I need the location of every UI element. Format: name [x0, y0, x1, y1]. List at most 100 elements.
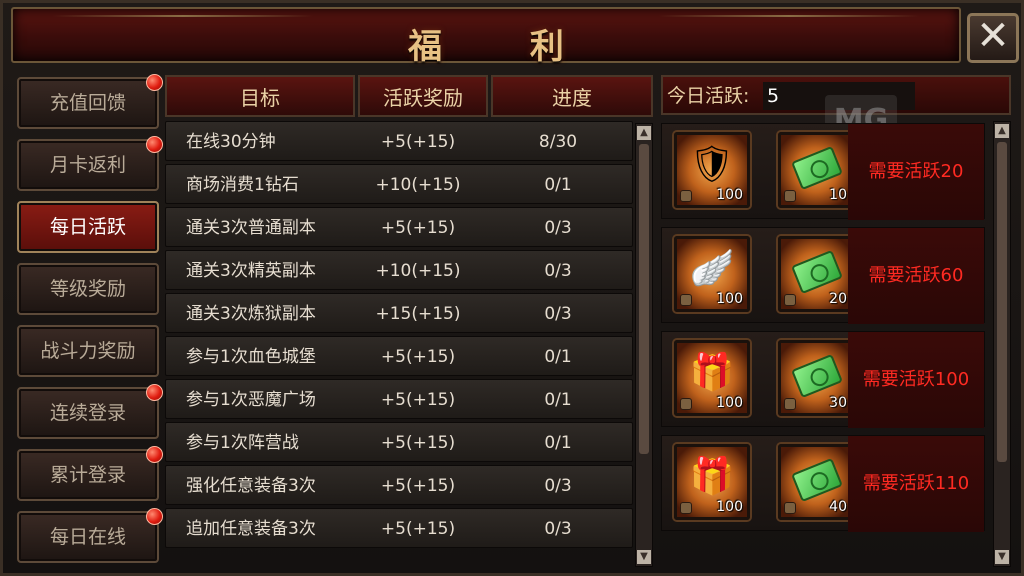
- task-progress: 0/1: [544, 175, 572, 195]
- task-progress: 0/1: [544, 347, 572, 367]
- task-name: 在线30分钟: [186, 132, 276, 152]
- task-name: 通关3次炼狱副本: [186, 304, 316, 324]
- welfare-window: 福 利 ✕ 充值回馈 月卡返利 每日活跃 等级奖励 战斗力奖励 连续登录 累计登…: [0, 0, 1024, 576]
- sidebar-item-label: 月卡返利: [49, 154, 126, 176]
- item-quantity: 100: [716, 499, 743, 515]
- task-reward: +5(+15): [380, 519, 456, 539]
- scroll-down-icon[interactable]: ▼: [995, 550, 1009, 564]
- wings-icon: 🪽: [689, 248, 735, 289]
- sidebar-item-daily-activity[interactable]: 每日活跃: [17, 201, 159, 253]
- close-button[interactable]: ✕: [967, 13, 1019, 63]
- task-table: 目标 活跃奖励 进度 在线30分钟 +5(+15) 8/30 商场消费1钻石 +10(+…: [165, 75, 655, 571]
- task-reward: +5(+15): [380, 218, 456, 238]
- column-header-target: 目标: [165, 75, 355, 117]
- task-progress: 8/30: [538, 132, 578, 152]
- task-row: 追加任意装备3次 +5(+15) 0/3: [165, 508, 633, 548]
- reward-item-slot[interactable]: 🪽 100: [674, 236, 750, 312]
- reward-cash-slot[interactable]: 40: [778, 444, 854, 520]
- task-reward: +5(+15): [380, 390, 456, 410]
- notification-dot: [146, 508, 163, 525]
- scroll-up-icon[interactable]: ▲: [637, 126, 651, 140]
- task-list[interactable]: 在线30分钟 +5(+15) 8/30 商场消费1钻石 +10(+15) 0/1 通关3次普…: [165, 121, 635, 571]
- cash-quantity: 20: [829, 291, 847, 307]
- task-name: 通关3次普通副本: [186, 218, 316, 238]
- column-header-reward: 活跃奖励: [358, 75, 488, 117]
- sidebar-item-label: 每日活跃: [49, 216, 126, 238]
- task-name: 追加任意装备3次: [186, 519, 316, 539]
- reward-card[interactable]: 🎁 100 30 需要活跃100: [661, 331, 985, 428]
- item-quantity: 100: [716, 395, 743, 411]
- reward-card[interactable]: 🪽 100 20 需要活跃60: [661, 227, 985, 324]
- sidebar-item-label: 连续登录: [49, 402, 126, 424]
- reward-card[interactable]: 🎁 100 40 需要活跃110: [661, 435, 985, 532]
- scroll-thumb[interactable]: [639, 144, 649, 454]
- reward-panel: 今日活跃: 5 MG 🛡 100 10 需要活跃20 🪽 100 20 需要活跃60 🎁 100 3…: [661, 75, 1013, 571]
- notification-dot: [146, 136, 163, 153]
- reward-cash-slot[interactable]: 10: [778, 132, 854, 208]
- sidebar-item-daily-online[interactable]: 每日在线: [17, 508, 163, 563]
- sidebar-item-level-reward[interactable]: 等级奖励: [17, 263, 159, 315]
- chest-icon: 🎁: [689, 352, 735, 393]
- cash-icon: [790, 145, 844, 191]
- activity-bar: 今日活跃: 5 MG: [661, 75, 1011, 147]
- sidebar-item-label: 充值回馈: [49, 92, 126, 114]
- task-progress: 0/3: [544, 476, 572, 496]
- reward-scrollbar[interactable]: ▲ ▼: [993, 121, 1011, 567]
- task-row: 通关3次炼狱副本 +15(+15) 0/3: [165, 293, 633, 333]
- reward-cash-slot[interactable]: 30: [778, 340, 854, 416]
- activity-requirement: 需要活跃100: [848, 332, 984, 428]
- task-name: 商场消费1钻石: [186, 175, 299, 195]
- task-table-header: 目标 活跃奖励 进度: [165, 75, 655, 117]
- window-title: 福 利: [408, 27, 602, 67]
- reward-list[interactable]: 🛡 100 10 需要活跃20 🪽 100 20 需要活跃60 🎁 100 30 需要活跃100 🎁 10…: [661, 119, 991, 571]
- scroll-down-icon[interactable]: ▼: [637, 550, 651, 564]
- bag-icon: [680, 502, 692, 514]
- bag-icon: [784, 502, 796, 514]
- task-reward: +5(+15): [380, 132, 456, 152]
- task-name: 通关3次精英副本: [186, 261, 316, 281]
- column-header-progress: 进度: [491, 75, 653, 117]
- task-reward: +5(+15): [380, 347, 456, 367]
- scroll-up-icon[interactable]: ▲: [995, 124, 1009, 138]
- bag-icon: [680, 294, 692, 306]
- item-quantity: 100: [716, 187, 743, 203]
- task-reward: +5(+15): [380, 476, 456, 496]
- bag-icon: [680, 190, 692, 202]
- task-progress: 0/3: [544, 519, 572, 539]
- task-row: 在线30分钟 +5(+15) 8/30: [165, 121, 633, 161]
- title-bar: 福 利: [11, 7, 961, 67]
- reward-cash-slot[interactable]: 20: [778, 236, 854, 312]
- bag-icon: [784, 294, 796, 306]
- bag-icon: [784, 398, 796, 410]
- sidebar-item-power-reward[interactable]: 战斗力奖励: [17, 325, 159, 377]
- task-name: 参与1次恶魔广场: [186, 390, 316, 410]
- activity-requirement: 需要活跃60: [848, 228, 984, 324]
- reward-item-slot[interactable]: 🎁 100: [674, 444, 750, 520]
- sidebar-item-recharge-rebate[interactable]: 充值回馈: [17, 74, 163, 129]
- task-scrollbar[interactable]: ▲ ▼: [635, 123, 653, 567]
- sidebar-item-monthly-card[interactable]: 月卡返利: [17, 136, 163, 191]
- task-reward: +5(+15): [380, 433, 456, 453]
- sidebar-item-label: 每日在线: [49, 526, 126, 548]
- task-progress: 0/3: [544, 261, 572, 281]
- scroll-thumb[interactable]: [997, 142, 1007, 462]
- notification-dot: [146, 384, 163, 401]
- task-row: 参与1次血色城堡 +5(+15) 0/1: [165, 336, 633, 376]
- sidebar-item-label: 累计登录: [49, 464, 126, 486]
- task-progress: 0/1: [544, 390, 572, 410]
- task-row: 强化任意装备3次 +5(+15) 0/3: [165, 465, 633, 505]
- sidebar-item-label: 战斗力奖励: [40, 340, 136, 362]
- task-progress: 0/1: [544, 433, 572, 453]
- cash-icon: [790, 353, 844, 399]
- task-reward: +15(+15): [375, 304, 461, 324]
- reward-item-slot[interactable]: 🎁 100: [674, 340, 750, 416]
- task-reward: +10(+15): [375, 175, 461, 195]
- reward-item-slot[interactable]: 🛡 100: [674, 132, 750, 208]
- sidebar-item-cumulative-login[interactable]: 累计登录: [17, 446, 163, 501]
- task-progress: 0/3: [544, 304, 572, 324]
- task-row: 通关3次精英副本 +10(+15) 0/3: [165, 250, 633, 290]
- cash-icon: [790, 249, 844, 295]
- reward-card[interactable]: 🛡 100 10 需要活跃20: [661, 123, 985, 220]
- notification-dot: [146, 74, 163, 91]
- sidebar-item-consecutive-login[interactable]: 连续登录: [17, 384, 163, 439]
